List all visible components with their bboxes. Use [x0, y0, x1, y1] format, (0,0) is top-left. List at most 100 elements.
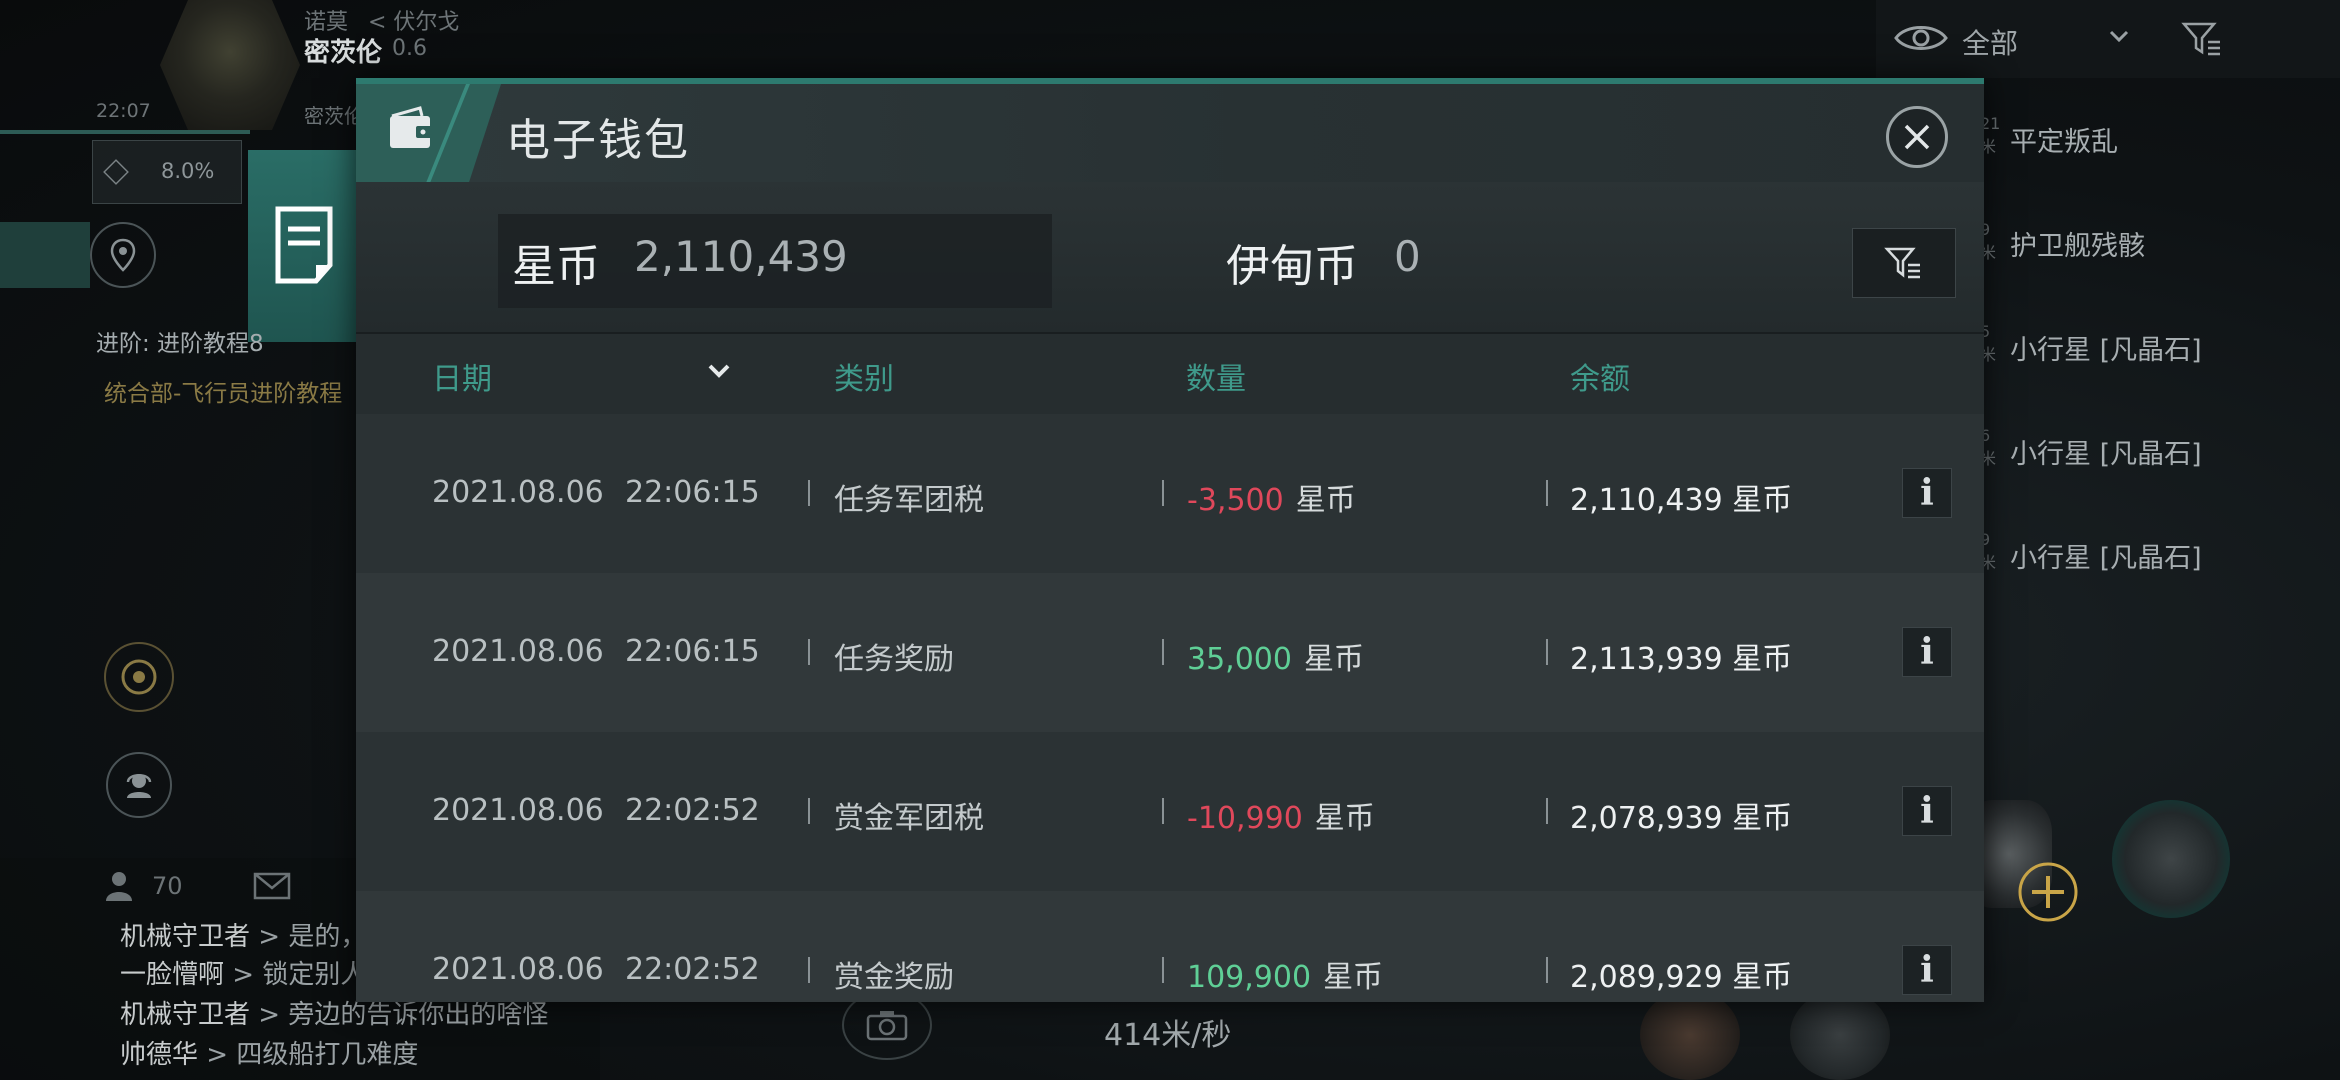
- overview-item[interactable]: 护卫舰残骸: [2010, 224, 2145, 263]
- column-separator: [1546, 480, 1548, 506]
- headset-icon: [126, 774, 152, 798]
- eye-icon[interactable]: [1894, 22, 1948, 54]
- row-balance: 2,113,939 星币: [1570, 642, 1793, 677]
- column-separator: [1162, 480, 1164, 506]
- column-separator: [808, 798, 810, 824]
- ship-portrait[interactable]: [160, 0, 300, 130]
- shield-module-slot[interactable]: [2112, 800, 2230, 918]
- wallet-dialog: 电子钱包 星币 2,110,439 伊甸币 0 日期 类别 数量 余额 2021…: [356, 78, 1984, 1002]
- notes-tab[interactable]: [248, 150, 360, 342]
- person-icon: [106, 872, 132, 901]
- column-header-date[interactable]: 日期: [432, 354, 492, 398]
- info-icon: i: [1920, 472, 1934, 514]
- row-date: 2021.08.06: [432, 952, 604, 987]
- table-row: 2021.08.06 22:06:15 任务奖励 35,000 星币 2,113,…: [356, 573, 1984, 732]
- overview-item[interactable]: 小行星 [凡晶石]: [2010, 536, 2202, 575]
- info-button[interactable]: i: [1902, 468, 1952, 518]
- overview-item[interactable]: 小行星 [凡晶石]: [2010, 328, 2202, 367]
- filter-button[interactable]: [1852, 228, 1956, 298]
- table-row: 2021.08.06 22:02:52 赏金军团税 -10,990 星币 2,07…: [356, 732, 1984, 891]
- location-button[interactable]: [90, 222, 156, 288]
- row-balance: 2,078,939 星币: [1570, 801, 1793, 836]
- info-button[interactable]: i: [1902, 945, 1952, 995]
- column-separator: [1162, 639, 1164, 665]
- row-balance: 2,089,929 星币: [1570, 960, 1793, 995]
- security-status: 0.6: [392, 36, 427, 61]
- filter-icon: [1884, 247, 1920, 279]
- station-short: 密茨伦: [304, 104, 364, 128]
- column-separator: [1546, 639, 1548, 665]
- location-pin-icon: [110, 238, 136, 272]
- eden-coin-label: 伊甸币: [1226, 241, 1358, 292]
- column-separator: [1546, 957, 1548, 983]
- target-icon: [121, 659, 157, 695]
- overview-filter-label[interactable]: 全部: [1962, 22, 2018, 62]
- module-slot[interactable]: [1790, 990, 1890, 1080]
- table-row: 2021.08.06 22:02:52 赏金奖励 109,900 星币 2,089…: [356, 891, 1984, 1002]
- cargo-indicator[interactable]: 8.0%: [92, 140, 242, 204]
- row-category: 任务军团税: [834, 483, 984, 518]
- close-button[interactable]: [1886, 106, 1948, 168]
- chevron-down-icon[interactable]: [2106, 26, 2132, 48]
- table-header: 日期 类别 数量 余额: [356, 334, 1984, 414]
- overview-item[interactable]: 小行星 [凡晶石]: [2010, 432, 2202, 471]
- column-separator: [808, 480, 810, 506]
- column-separator: [1162, 957, 1164, 983]
- row-amount: 109,900 星币: [1187, 960, 1384, 995]
- row-time: 22:02:52: [625, 952, 760, 987]
- chat-meta: 70: [104, 870, 291, 902]
- wallet-icon: [390, 106, 432, 148]
- row-date: 2021.08.06: [432, 793, 604, 828]
- row-date: 2021.08.06: [432, 475, 604, 510]
- notes-icon: [275, 206, 333, 284]
- side-highlight: [0, 222, 90, 288]
- overview-item[interactable]: 平定叛乱: [2010, 120, 2118, 159]
- clock: 22:07: [96, 100, 151, 122]
- chat-line: 机械守卫者 > 是的，: [120, 922, 367, 952]
- row-category: 赏金军团税: [834, 801, 984, 836]
- quest-subtitle: 统合部-飞行员进阶教程: [104, 381, 343, 407]
- info-button[interactable]: i: [1902, 786, 1952, 836]
- star-coin-balance: 2,110,439: [634, 232, 848, 281]
- target-button[interactable]: [104, 642, 174, 712]
- info-icon: i: [1920, 790, 1934, 832]
- balance-bar: 星币 2,110,439 伊甸币 0: [356, 182, 1984, 334]
- speed-readout: 414米/秒: [1104, 1018, 1232, 1053]
- column-separator: [1162, 798, 1164, 824]
- voice-button[interactable]: [106, 752, 172, 818]
- row-time: 22:06:15: [625, 634, 760, 669]
- module-slot[interactable]: [1640, 990, 1740, 1080]
- chat-online-count: 70: [152, 872, 183, 900]
- cargo-percent: 8.0%: [161, 159, 215, 183]
- system-name: 密茨伦: [304, 38, 383, 68]
- column-separator: [1546, 798, 1548, 824]
- camera-icon: [866, 1011, 908, 1041]
- column-separator: [808, 639, 810, 665]
- close-icon: [1904, 124, 1930, 150]
- column-header-amount: 数量: [1186, 362, 1246, 397]
- chat-line: 帅德华 > 四级船打几难度: [120, 1040, 419, 1070]
- filter-icon[interactable]: [2180, 18, 2226, 60]
- info-icon: i: [1920, 949, 1934, 991]
- mail-icon[interactable]: [253, 872, 291, 900]
- row-balance: 2,110,439 星币: [1570, 483, 1793, 518]
- row-category: 任务奖励: [834, 642, 954, 677]
- info-button[interactable]: i: [1902, 627, 1952, 677]
- column-separator: [808, 957, 810, 983]
- sort-chevron-icon[interactable]: [704, 360, 734, 384]
- column-header-category: 类别: [834, 362, 894, 397]
- row-amount: 35,000 星币: [1187, 642, 1364, 677]
- add-module-icon[interactable]: [2016, 860, 2080, 924]
- column-header-balance: 余额: [1570, 362, 1630, 397]
- chat-line: 一脸懵啊 > 锁定别人: [120, 960, 367, 990]
- row-time: 22:02:52: [625, 793, 760, 828]
- row-time: 22:06:15: [625, 475, 760, 510]
- row-category: 赏金奖励: [834, 960, 954, 995]
- row-amount: -10,990 星币: [1187, 801, 1375, 836]
- wallet-title: 电子钱包: [506, 115, 690, 166]
- wallet-header: 电子钱包: [356, 78, 1984, 196]
- quest-title[interactable]: 进阶: 进阶教程8: [96, 324, 264, 358]
- cargo-icon: [103, 159, 129, 185]
- eden-coin-balance: 0: [1394, 232, 1421, 281]
- star-coin-label: 星币: [512, 241, 600, 292]
